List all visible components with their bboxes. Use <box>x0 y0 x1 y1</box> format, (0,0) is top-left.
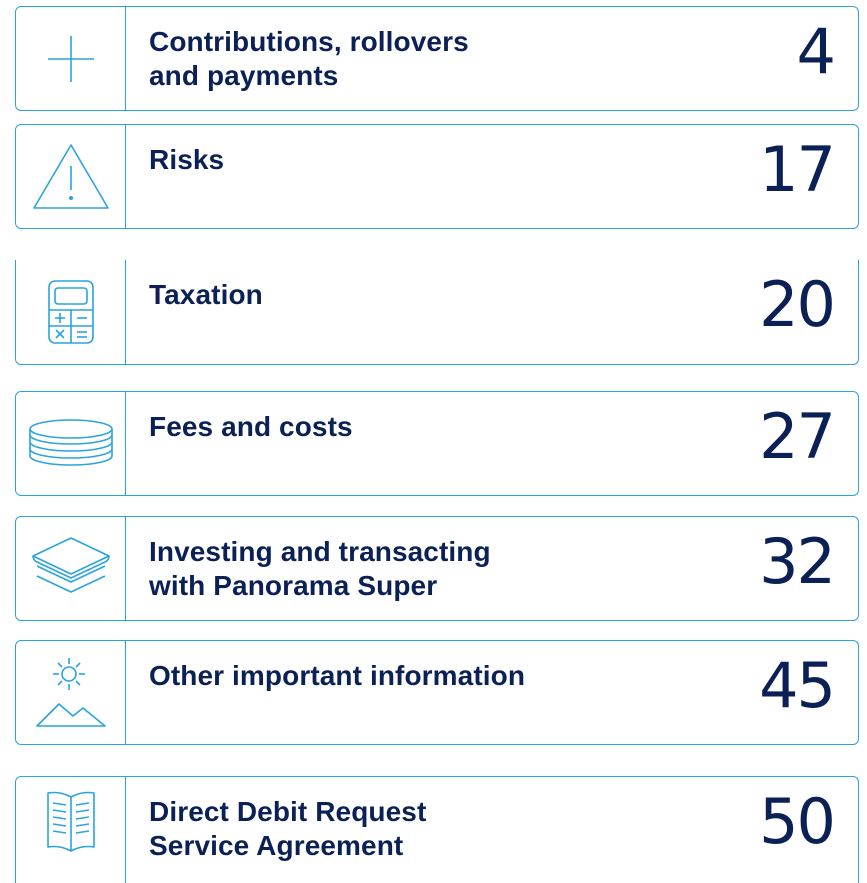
toc-item-title: Contributions, rollovers and payments <box>149 26 469 91</box>
toc-item-risks[interactable]: Risks 17 <box>15 124 859 229</box>
divider <box>125 517 126 620</box>
sun-mountain-icon <box>16 641 125 744</box>
toc-item-fees[interactable]: Fees and costs 27 <box>15 391 859 496</box>
coin-stack-icon <box>16 392 125 495</box>
divider <box>125 125 126 228</box>
toc-item-title: Other important information <box>149 660 526 691</box>
divider <box>125 641 126 744</box>
warning-triangle-icon <box>16 125 125 228</box>
toc-item-taxation[interactable]: Taxation 20 <box>15 260 859 365</box>
toc-item-page-number: 20 <box>759 268 836 341</box>
toc-item-title: Risks <box>149 144 225 175</box>
divider <box>125 7 126 110</box>
toc-item-other-information[interactable]: Other important information 45 <box>15 640 859 745</box>
toc-item-page-number: 50 <box>759 785 836 858</box>
toc-item-page-number: 17 <box>759 133 836 206</box>
divider <box>125 260 126 364</box>
toc-item-title: Investing and transacting with Panorama … <box>149 536 491 601</box>
calculator-icon <box>16 260 125 364</box>
toc-item-page-number: 27 <box>759 400 836 473</box>
toc-item-investing[interactable]: Investing and transacting with Panorama … <box>15 516 859 621</box>
layers-icon <box>16 517 125 620</box>
table-of-contents: Contributions, rollovers and payments 4 … <box>0 0 867 883</box>
toc-item-direct-debit[interactable]: Direct Debit Request Service Agreement 5… <box>15 776 859 883</box>
toc-item-contributions[interactable]: Contributions, rollovers and payments 4 <box>15 6 859 111</box>
divider <box>125 392 126 495</box>
divider <box>125 777 126 883</box>
toc-item-page-number: 4 <box>796 15 836 88</box>
toc-item-title: Direct Debit Request Service Agreement <box>149 796 427 861</box>
open-book-icon <box>16 777 125 883</box>
toc-item-title: Taxation <box>149 279 263 310</box>
toc-item-title: Fees and costs <box>149 411 353 442</box>
toc-item-page-number: 32 <box>759 525 836 598</box>
toc-item-page-number: 45 <box>759 649 836 722</box>
plus-icon <box>16 7 125 110</box>
